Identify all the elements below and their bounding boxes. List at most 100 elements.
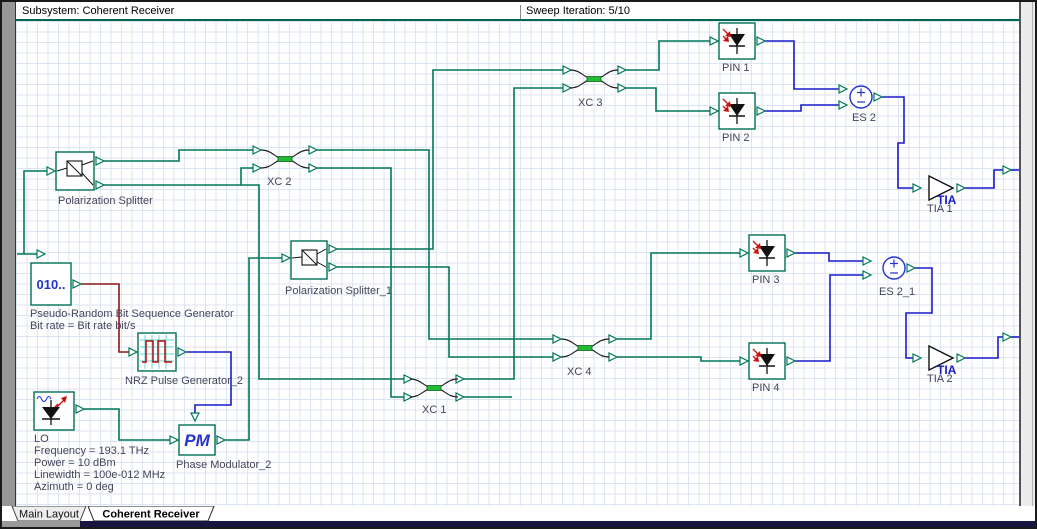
- port-arrow-7[interactable]: [169, 435, 180, 445]
- sweep-iteration-status: Sweep Iteration: 5/10: [520, 5, 630, 19]
- wire-optical-10[interactable]: [317, 167, 404, 398]
- port-arrow-33[interactable]: [739, 248, 750, 258]
- port-arrow-9[interactable]: [190, 412, 200, 423]
- port-arrow-26[interactable]: [552, 352, 563, 362]
- component-label-7: Linewidth = 100e-012 MHz: [34, 469, 165, 481]
- port-arrow-22[interactable]: [562, 83, 573, 93]
- component-phase-modulator[interactable]: PM: [178, 424, 216, 456]
- port-arrow-38[interactable]: [838, 100, 849, 110]
- wire-optical-6[interactable]: [225, 257, 282, 441]
- port-arrow-16[interactable]: [308, 163, 319, 173]
- port-arrow-5[interactable]: [177, 347, 188, 357]
- design-canvas[interactable]: 010.. PM TIA TIA Polarization Splitter Pseudo…: [15, 21, 1020, 506]
- port-arrow-36[interactable]: [786, 356, 797, 366]
- wire-optical-8[interactable]: [337, 266, 553, 358]
- port-arrow-29[interactable]: [709, 36, 720, 46]
- port-arrow-39[interactable]: [873, 92, 884, 102]
- port-arrow-10[interactable]: [281, 253, 292, 263]
- component-label-21: TIA 1: [927, 203, 953, 215]
- component-lo-laser[interactable]: [33, 391, 75, 431]
- port-arrow-4[interactable]: [128, 347, 139, 357]
- component-es-2-1[interactable]: [882, 256, 906, 280]
- port-arrow-40[interactable]: [862, 256, 873, 266]
- component-xc-1[interactable]: [409, 378, 459, 398]
- component-xc-2[interactable]: [260, 149, 310, 169]
- component-label-3: NRZ Pulse Generator_2: [125, 375, 243, 387]
- port-arrow-0[interactable]: [46, 166, 57, 176]
- component-pin-3[interactable]: [748, 234, 786, 272]
- component-label-17: PIN 3: [752, 274, 780, 286]
- port-arrow-6[interactable]: [75, 404, 86, 414]
- component-label-16: PIN 2: [722, 132, 750, 144]
- wire-optical-5[interactable]: [84, 408, 170, 441]
- component-pin-2[interactable]: [718, 92, 756, 130]
- port-arrow-28[interactable]: [608, 352, 619, 362]
- port-arrow-48[interactable]: [1002, 165, 1013, 175]
- port-arrow-49[interactable]: [1002, 332, 1013, 342]
- port-arrow-43[interactable]: [912, 183, 923, 193]
- port-arrow-45[interactable]: [912, 353, 923, 363]
- component-label-1: Pseudo-Random Bit Sequence Generator: [30, 308, 234, 320]
- port-arrow-8[interactable]: [216, 435, 227, 445]
- wire-electrical-24[interactable]: [795, 252, 863, 262]
- port-arrow-31[interactable]: [709, 106, 720, 116]
- component-xc-4[interactable]: [560, 338, 610, 358]
- wire-optical-7[interactable]: [337, 69, 563, 250]
- wire-electrical-19[interactable]: [765, 40, 839, 90]
- wire-optical-9[interactable]: [317, 149, 553, 340]
- wire-optical-16[interactable]: [617, 356, 740, 362]
- port-arrow-41[interactable]: [862, 270, 873, 280]
- port-arrow-1[interactable]: [95, 156, 106, 166]
- component-polarization-splitter-1[interactable]: [290, 240, 328, 280]
- component-label-20: ES 2_1: [879, 286, 915, 298]
- port-arrow-24[interactable]: [617, 83, 628, 93]
- layout-tab-bar: Main Layout Coherent Receiver: [0, 505, 1037, 527]
- port-arrow-46[interactable]: [956, 353, 967, 363]
- wire-optical-2[interactable]: [104, 149, 253, 162]
- port-arrow-27[interactable]: [608, 334, 619, 344]
- wire-electrical-25[interactable]: [795, 274, 863, 362]
- port-arrow-11[interactable]: [328, 244, 339, 254]
- component-es-2[interactable]: [849, 85, 873, 109]
- port-arrow-13[interactable]: [252, 145, 263, 155]
- wire-electrical-22[interactable]: [965, 169, 1003, 189]
- wire-electrical-26[interactable]: [905, 267, 933, 359]
- component-label-2: Bit rate = Bit rate bit/s: [30, 320, 136, 332]
- tab-main-layout-label[interactable]: Main Layout: [19, 509, 79, 521]
- wire-optical-1[interactable]: [23, 170, 47, 254]
- wire-electrical-21[interactable]: [882, 96, 913, 189]
- schematic-diagram[interactable]: 010..PMTIATIAPolarization SplitterPseudo…: [16, 21, 1020, 506]
- tab-coherent-receiver-label[interactable]: Coherent Receiver: [102, 509, 200, 521]
- port-arrow-34[interactable]: [786, 248, 797, 258]
- component-nrz-pulse-generator[interactable]: [137, 332, 177, 372]
- port-arrow-44[interactable]: [956, 183, 967, 193]
- component-label-19: ES 2: [852, 112, 876, 124]
- component-pin-4[interactable]: [748, 342, 786, 380]
- wire-electrical-20[interactable]: [765, 104, 839, 112]
- port-arrow-2[interactable]: [95, 180, 106, 190]
- port-arrow-25[interactable]: [552, 334, 563, 344]
- port-arrow-47[interactable]: [36, 249, 47, 259]
- wire-optical-13[interactable]: [626, 40, 710, 71]
- port-arrow-14[interactable]: [252, 163, 263, 173]
- wire-optical-14[interactable]: [626, 87, 710, 112]
- wire-electrical-27[interactable]: [965, 336, 1003, 359]
- port-arrow-32[interactable]: [756, 106, 767, 116]
- component-xc-3[interactable]: [569, 69, 619, 89]
- port-arrow-3[interactable]: [72, 279, 83, 289]
- wire-optical-4[interactable]: [240, 167, 253, 185]
- wire-optical-15[interactable]: [617, 252, 740, 340]
- port-arrow-42[interactable]: [906, 263, 917, 273]
- port-arrow-15[interactable]: [308, 145, 319, 155]
- port-arrow-23[interactable]: [617, 65, 628, 75]
- component-prbs-generator[interactable]: 010..: [30, 262, 72, 306]
- wire-optical-11[interactable]: [464, 87, 563, 380]
- port-arrow-35[interactable]: [739, 356, 750, 366]
- component-pin-1[interactable]: [718, 22, 756, 60]
- component-label-14: XC 4: [567, 366, 591, 378]
- port-arrow-12[interactable]: [328, 262, 339, 272]
- port-arrow-30[interactable]: [756, 36, 767, 46]
- port-arrow-37[interactable]: [838, 84, 849, 94]
- component-polarization-splitter[interactable]: [55, 151, 95, 191]
- port-arrow-21[interactable]: [562, 65, 573, 75]
